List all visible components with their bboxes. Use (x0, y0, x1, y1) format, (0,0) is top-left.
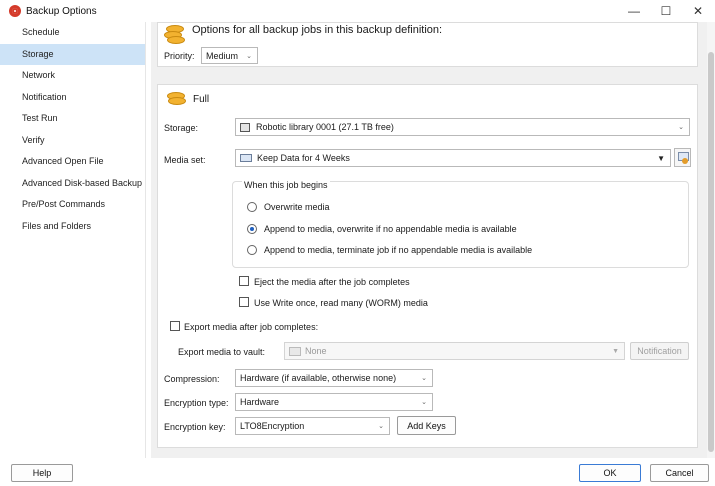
export-vault-value: None (305, 346, 327, 356)
encryption-type-select[interactable]: Hardware ⌄ (235, 393, 433, 411)
sidebar-item-storage[interactable]: Storage (0, 43, 145, 65)
maximize-button[interactable]: ☐ (651, 2, 681, 20)
options-panel: Options for all backup jobs in this back… (157, 22, 698, 67)
storage-select[interactable]: Robotic library 0001 (27.1 TB free) ⌄ (235, 118, 690, 136)
export-media-label: Export media after job completes: (184, 322, 319, 332)
eject-media-checkbox[interactable] (239, 276, 249, 286)
sidebar-item-schedule[interactable]: Schedule (0, 22, 145, 44)
priority-value: Medium (206, 50, 239, 61)
radio-append-overwrite[interactable] (247, 224, 257, 234)
encryption-type-label: Encryption type: (164, 398, 229, 408)
add-keys-button[interactable]: Add Keys (397, 416, 456, 435)
encryption-key-value: LTO8Encryption (240, 421, 305, 431)
content-area: Options for all backup jobs in this back… (151, 22, 707, 458)
priority-select[interactable]: Medium ⌄ (201, 47, 258, 64)
coins-icon (167, 90, 189, 110)
encryption-key-label: Encryption key: (164, 422, 226, 432)
sidebar-item-advanced-open-file[interactable]: Advanced Open File (0, 151, 145, 173)
media-set-label: Media set: (164, 155, 206, 165)
sidebar-item-advanced-disk-based-backup[interactable]: Advanced Disk-based Backup (0, 173, 145, 195)
minimize-button[interactable]: — (619, 2, 649, 20)
export-media-checkbox[interactable] (170, 321, 180, 331)
job-begins-title: When this job begins (242, 180, 330, 190)
radio-append-terminate-label: Append to media, terminate job if no app… (264, 245, 533, 255)
full-title: Full (193, 94, 210, 105)
coins-icon (164, 25, 186, 45)
storage-value: Robotic library 0001 (27.1 TB free) (256, 122, 394, 132)
cancel-button[interactable]: Cancel (650, 464, 709, 482)
sidebar: Schedule Storage Network Notification Te… (0, 22, 146, 458)
media-set-select[interactable]: Keep Data for 4 Weeks ▼ (235, 149, 671, 167)
chevron-down-icon: ⌄ (246, 52, 252, 60)
worm-media-checkbox[interactable] (239, 297, 249, 307)
chevron-down-icon: ⌄ (678, 124, 684, 131)
sidebar-item-files-and-folders[interactable]: Files and Folders (0, 216, 145, 238)
sidebar-item-notification[interactable]: Notification (0, 87, 145, 109)
eject-media-label: Eject the media after the job completes (254, 277, 410, 287)
scrollbar[interactable] (707, 22, 715, 458)
encryption-type-value: Hardware (240, 397, 280, 407)
window-title: Backup Options (26, 5, 97, 17)
compression-value: Hardware (if available, otherwise none) (240, 373, 397, 383)
full-panel: Full Storage: Robotic library 0001 (27.1… (157, 84, 698, 448)
notification-button[interactable]: Notification (630, 342, 689, 360)
compression-select[interactable]: Hardware (if available, otherwise none) … (235, 369, 433, 387)
sidebar-item-pre-post-commands[interactable]: Pre/Post Commands (0, 194, 145, 216)
storage-label: Storage: (164, 123, 199, 133)
media-set-value: Keep Data for 4 Weeks (257, 153, 350, 163)
app-logo-icon (9, 5, 21, 17)
footer: Help OK Cancel (0, 458, 715, 486)
dropdown-arrow-icon: ▼ (657, 153, 665, 163)
radio-overwrite-media[interactable] (247, 202, 257, 212)
robotic-library-icon (240, 122, 250, 132)
sidebar-item-test-run[interactable]: Test Run (0, 108, 145, 130)
media-set-icon (240, 154, 252, 162)
compression-label: Compression: (164, 374, 220, 384)
export-vault-label: Export media to vault: (178, 347, 266, 357)
media-set-properties-button[interactable] (674, 148, 691, 167)
priority-label: Priority: (164, 51, 195, 61)
sidebar-item-verify[interactable]: Verify (0, 130, 145, 152)
export-vault-select[interactable]: None ▼ (284, 342, 625, 360)
chevron-down-icon: ⌄ (421, 375, 427, 382)
worm-media-label: Use Write once, read many (WORM) media (254, 298, 428, 308)
radio-overwrite-media-label: Overwrite media (264, 202, 330, 212)
sidebar-item-network[interactable]: Network (0, 65, 145, 87)
vault-icon (289, 346, 301, 356)
help-button[interactable]: Help (11, 464, 73, 482)
radio-append-overwrite-label: Append to media, overwrite if no appenda… (264, 224, 517, 234)
encryption-key-select[interactable]: LTO8Encryption ⌄ (235, 417, 390, 435)
dropdown-arrow-icon: ▼ (612, 347, 619, 355)
scrollbar-thumb[interactable] (708, 52, 714, 452)
title-bar: Backup Options — ☐ ✕ (0, 0, 715, 22)
ok-button[interactable]: OK (579, 464, 641, 482)
job-begins-group: When this job begins Overwrite media App… (232, 180, 689, 268)
chevron-down-icon: ⌄ (421, 399, 427, 406)
chevron-down-icon: ⌄ (378, 423, 384, 430)
radio-append-terminate[interactable] (247, 245, 257, 255)
options-header-text: Options for all backup jobs in this back… (192, 24, 443, 36)
close-button[interactable]: ✕ (683, 2, 713, 20)
